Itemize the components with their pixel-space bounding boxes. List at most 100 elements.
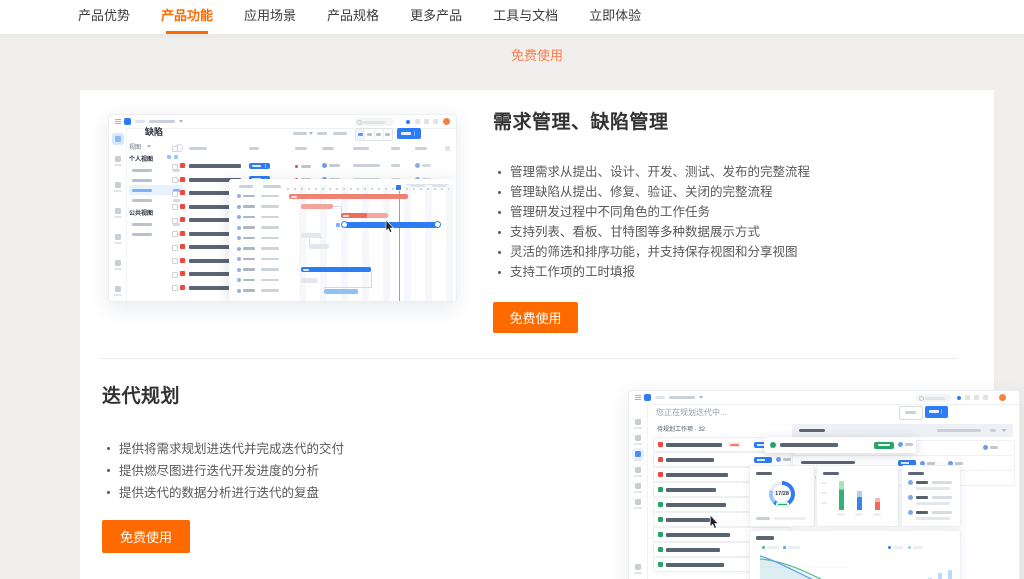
- bar-inprogress: [857, 491, 862, 510]
- legend-dot-light-blue: [908, 546, 911, 549]
- gantt-row-meta: [237, 215, 241, 219]
- section-divider: [100, 358, 958, 359]
- member-row: [908, 510, 954, 522]
- settings-icon: [115, 286, 121, 292]
- confirm-pill: [874, 442, 894, 449]
- overview-icon: [635, 419, 641, 425]
- menu-icon: [115, 119, 121, 124]
- gantt-view-tab: [375, 129, 384, 140]
- save-button: [925, 406, 948, 418]
- list-view-tab: [356, 129, 365, 140]
- toolbar-icon: [974, 395, 979, 400]
- settings-icon: [635, 564, 641, 570]
- column-creator: [415, 147, 427, 150]
- donut-value: 17/28: [750, 491, 814, 497]
- chevron-down-icon: [179, 120, 183, 123]
- gantt-bar: [309, 244, 329, 249]
- gantt-bar: [341, 213, 388, 218]
- column-priority: [295, 147, 307, 150]
- sprint-screenshot: 您正在规划迭代中... 待规划工作项 · 32: [628, 390, 1020, 579]
- status-bar-chart-card: [816, 465, 899, 527]
- toolbar-icon: [965, 395, 970, 400]
- donut-status-pill: [776, 502, 789, 507]
- defect-icon: [115, 208, 121, 214]
- nav-item-tools-docs[interactable]: 工具与文档: [493, 0, 558, 34]
- nav-item-features[interactable]: 产品功能: [161, 0, 213, 34]
- gear-icon: [445, 146, 450, 151]
- group-control: [317, 132, 327, 135]
- gantt-row-meta: [237, 278, 241, 282]
- member-row: [908, 495, 954, 507]
- icon-rail: [109, 128, 127, 301]
- breadcrumb: [135, 120, 145, 123]
- nav-item-scenarios[interactable]: 应用场景: [244, 0, 296, 34]
- nav-item-more-products[interactable]: 更多产品: [410, 0, 462, 34]
- filter-control: [293, 132, 307, 135]
- app-logo: [124, 118, 131, 125]
- today-marker: [396, 185, 401, 190]
- defect-row: [167, 159, 452, 173]
- table-header: [167, 143, 452, 155]
- nav-item-specs[interactable]: 产品规格: [327, 0, 379, 34]
- gantt-bar: [301, 267, 371, 272]
- backlog-panel-title: 待规划工作项 · 32: [657, 424, 705, 433]
- calendar-view-tab: [384, 129, 392, 140]
- gantt-row-meta: [237, 247, 241, 251]
- gantt-row-meta: [237, 236, 241, 240]
- breadcrumb-project: [149, 120, 175, 123]
- timeline-ticks: [287, 188, 449, 190]
- iteration-icon: [635, 451, 641, 457]
- column-assignee: [322, 147, 334, 150]
- toolbar-icon: [415, 119, 420, 124]
- free-use-button-requirements[interactable]: 免费使用: [493, 302, 578, 333]
- chevron-down-icon: [147, 145, 151, 148]
- checkbox: [172, 146, 178, 152]
- trend-chart-card: [749, 530, 961, 579]
- task-icon: [336, 223, 340, 227]
- create-button: [397, 128, 421, 139]
- report-icon: [115, 260, 121, 266]
- bullet-item: 提供将需求规划进迭代并完成迭代的交付: [103, 438, 344, 460]
- gantt-row-meta: [237, 257, 241, 261]
- chevron-down-icon: [699, 396, 703, 399]
- requirement-icon: [115, 182, 121, 188]
- nav-item-try-now[interactable]: 立即体验: [589, 0, 641, 34]
- mouse-cursor: [385, 220, 394, 233]
- search-input: [916, 394, 952, 402]
- gantt-row-meta: [237, 205, 241, 209]
- report-icon: [635, 499, 641, 505]
- icon-rail: [629, 404, 648, 579]
- nav-items: 产品优势 产品功能 应用场景 产品规格 更多产品 工具与文档 立即体验: [78, 0, 641, 34]
- nav-item-advantages[interactable]: 产品优势: [78, 0, 130, 34]
- members-card: [901, 465, 961, 527]
- gantt-row-meta: [237, 194, 241, 198]
- project-icon: [112, 133, 124, 145]
- column-hours: [391, 147, 400, 150]
- bullet-item: 支持工作项的工时填报: [494, 262, 810, 282]
- toolbar-icon: [424, 119, 429, 124]
- toolbar-icon: [983, 395, 988, 400]
- free-use-button-iteration[interactable]: 免费使用: [102, 520, 190, 553]
- column-title: [189, 147, 207, 150]
- section-title-requirements: 需求管理、缺陷管理: [493, 107, 669, 134]
- bullet-item: 管理研发过程中不同角色的工作任务: [494, 202, 810, 222]
- cancel-button: [899, 406, 923, 420]
- banner-cta-link[interactable]: 免费使用: [80, 45, 994, 64]
- gantt-connector: [324, 272, 372, 288]
- column-due-date: [263, 185, 281, 188]
- app-logo: [644, 394, 651, 401]
- defects-screenshot: 缺陷 视图 个人视图 公共视图: [108, 114, 457, 302]
- gantt-row-meta: [237, 226, 241, 230]
- public-views-label: 公共视图: [129, 208, 153, 217]
- iteration-bullet-list: 提供将需求规划进迭代并完成迭代的交付 提供燃尽图进行迭代开发进度的分析 提供迭代…: [103, 438, 344, 504]
- gantt-bar: [301, 278, 318, 283]
- view-switcher: [355, 128, 393, 141]
- gantt-bar: [301, 233, 321, 238]
- requirement-icon: [635, 435, 641, 441]
- today-line: [399, 191, 400, 301]
- iteration-icon: [115, 234, 121, 240]
- gantt-bar: [289, 194, 408, 199]
- defect-icon: [635, 467, 641, 473]
- gantt-row-meta: [237, 268, 241, 272]
- task-icon: [635, 483, 641, 489]
